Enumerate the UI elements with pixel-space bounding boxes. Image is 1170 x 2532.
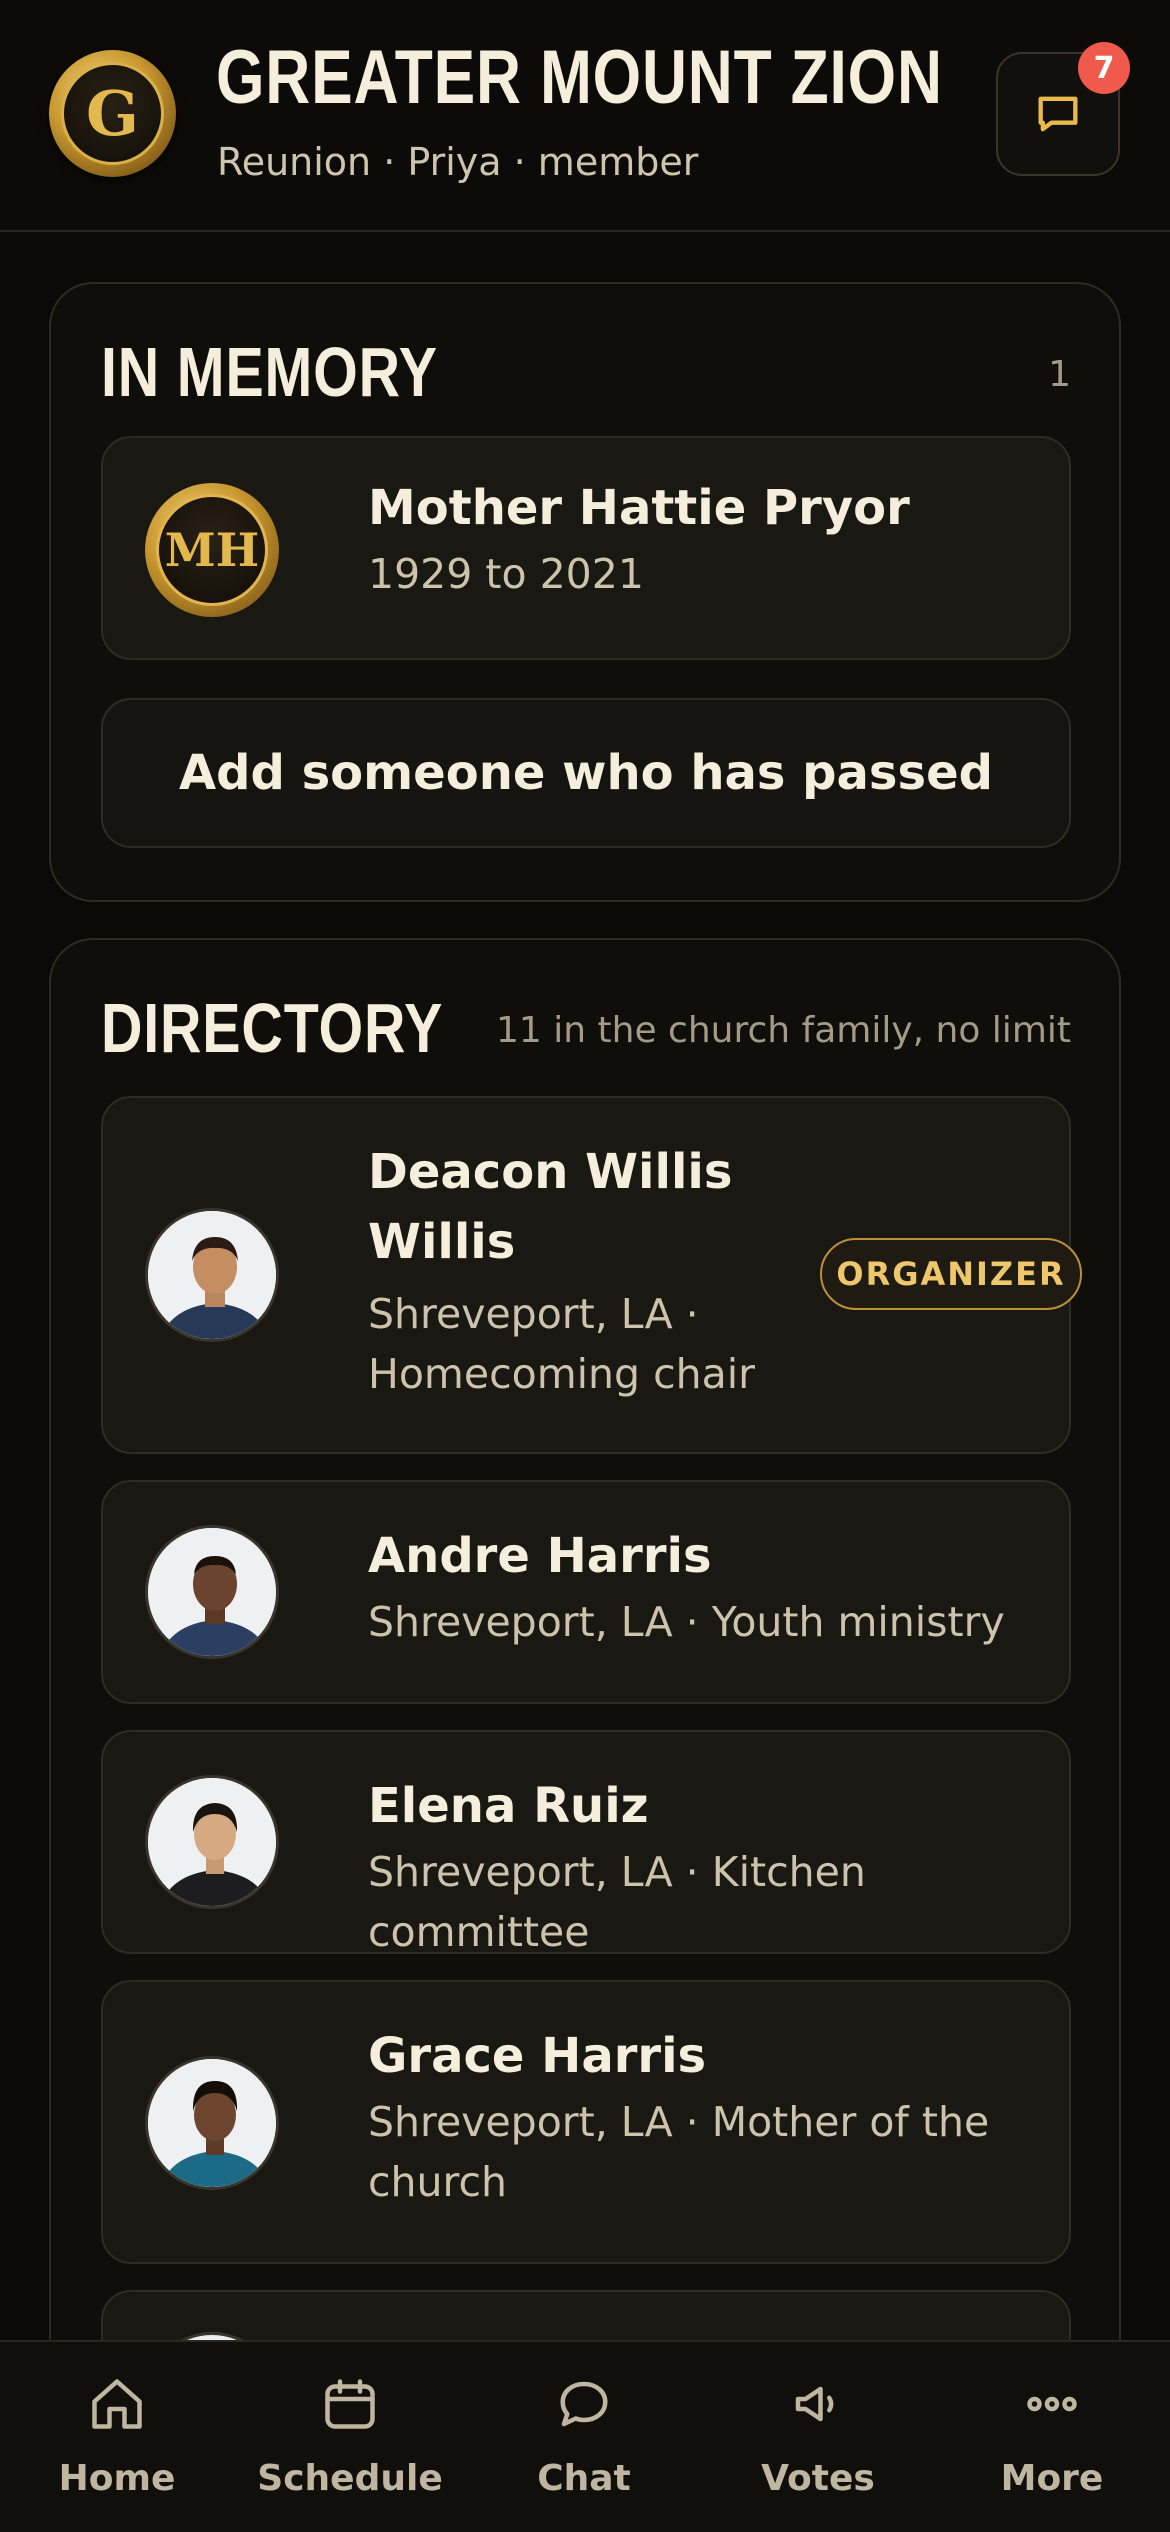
nav-chat[interactable]: Chat — [467, 2342, 701, 2532]
member-detail: Shreveport, LA · — [368, 1290, 699, 1338]
medallion-inner: MH — [156, 494, 268, 606]
in-memory-title: IN MEMORY — [101, 333, 438, 411]
member-name: Deacon Willis — [368, 1144, 733, 1200]
member-row-deacon-willis[interactable]: Deacon Willis Willis Shreveport, LA · Ho… — [101, 1096, 1082, 1454]
member-row-grace-harris[interactable]: Grace Harris Shreveport, LA · Mother of … — [101, 1980, 1071, 2264]
avatar — [145, 1525, 279, 1659]
member-detail: Shreveport, LA · Youth ministry — [368, 1598, 1005, 1646]
more-dots-icon — [1027, 2396, 1077, 2412]
nav-label: Votes — [761, 2458, 875, 2499]
memorial-name: Mother Hattie Pryor — [368, 480, 910, 536]
directory-title: DIRECTORY — [101, 989, 444, 1067]
member-detail-continued: Homecoming chair — [368, 1350, 755, 1398]
app-header: G GREATER MOUNT ZION Reunion · Priya · m… — [0, 0, 1170, 232]
memorial-medallion: MH — [145, 483, 279, 617]
page-subtitle: Reunion · Priya · member — [217, 140, 699, 184]
member-row-andre-harris[interactable]: Andre Harris Shreveport, LA · Youth mini… — [101, 1480, 1071, 1704]
directory-section: DIRECTORY 11 in the church family, no li… — [49, 938, 1121, 2490]
person-photo-icon — [148, 1778, 276, 1906]
church-logo: G — [49, 50, 176, 177]
avatar — [145, 1208, 279, 1342]
avatar — [145, 1775, 279, 1909]
bottom-nav: Home Schedule Chat Votes More — [0, 2340, 1170, 2532]
add-memorial-button[interactable]: Add someone who has passed — [101, 698, 1071, 848]
memorial-years: 1929 to 2021 — [368, 550, 644, 598]
nav-label: Chat — [537, 2458, 631, 2499]
nav-votes[interactable]: Votes — [701, 2342, 935, 2532]
logo-letter: G — [86, 76, 139, 150]
nav-label: More — [1000, 2458, 1104, 2499]
avatar — [145, 2056, 279, 2190]
in-memory-count: 1 — [1048, 354, 1071, 395]
member-detail: Shreveport, LA · Mother of the — [368, 2098, 990, 2146]
organizer-badge: ORGANIZER — [820, 1238, 1082, 1310]
home-icon — [92, 2379, 142, 2429]
member-detail-continued: church — [368, 2158, 507, 2206]
member-name: Grace Harris — [368, 2028, 707, 2084]
page-title: GREATER MOUNT ZION — [216, 35, 943, 120]
directory-count: 11 in the church family, no limit — [496, 1010, 1071, 1051]
member-row-elena-ruiz[interactable]: Elena Ruiz Shreveport, LA · Kitchen comm… — [101, 1730, 1071, 1956]
member-name: Andre Harris — [368, 1528, 712, 1584]
memorial-initials: MH — [164, 523, 260, 577]
nav-home[interactable]: Home — [0, 2342, 234, 2532]
chat-bubble-icon — [560, 2381, 608, 2427]
memorial-entry[interactable]: MH Mother Hattie Pryor 1929 to 2021 — [101, 436, 1071, 660]
person-photo-icon — [148, 1528, 276, 1656]
member-name: Elena Ruiz — [368, 1778, 649, 1834]
nav-label: Schedule — [257, 2458, 443, 2499]
nav-more[interactable]: More — [935, 2342, 1169, 2532]
megaphone-icon — [795, 2386, 834, 2422]
member-detail: Shreveport, LA · Kitchen committee — [368, 1848, 866, 1956]
person-photo-icon — [148, 2059, 276, 2187]
member-name-continued: Willis — [368, 1214, 516, 1270]
in-memory-section: IN MEMORY 1 MH Mother Hattie Pryor 1929 … — [49, 282, 1121, 902]
nav-label: Home — [58, 2458, 176, 2499]
message-square-icon — [1038, 96, 1078, 132]
notification-badge: 7 — [1078, 42, 1130, 94]
person-photo-icon — [148, 1211, 276, 1339]
logo-medallion: G — [61, 62, 164, 165]
nav-schedule[interactable]: Schedule — [233, 2342, 467, 2532]
calendar-icon — [325, 2379, 375, 2429]
